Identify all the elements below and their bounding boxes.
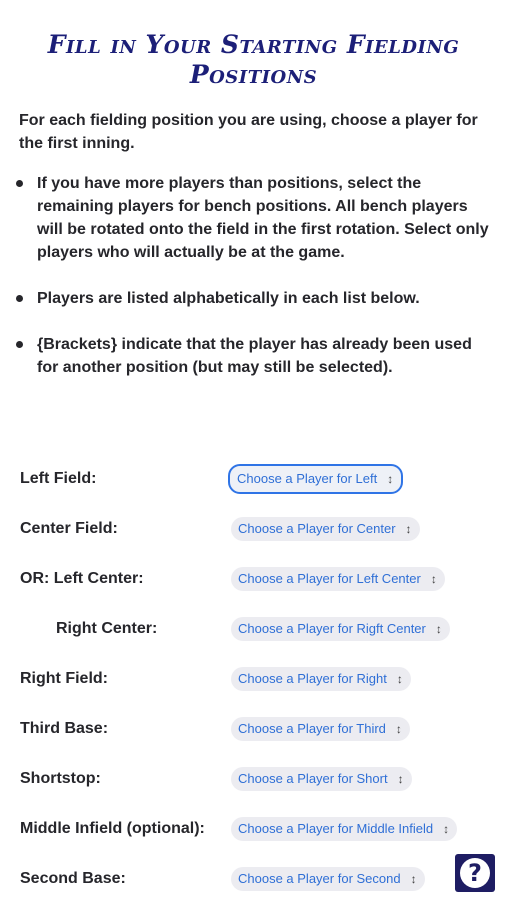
second-base-select[interactable]: Choose a Player for Second ↕ <box>231 867 425 891</box>
position-row-shortstop: Shortstop: Choose a Player for Short ↕ <box>0 765 507 795</box>
chevron-updown-icon: ↕ <box>430 572 437 586</box>
shortstop-select[interactable]: Choose a Player for Short ↕ <box>231 767 412 791</box>
question-mark-icon: ? <box>460 858 490 888</box>
position-label: Right Field: <box>20 670 108 687</box>
bullet-text: Players are listed alphabetically in eac… <box>37 290 420 307</box>
position-label: Second Base: <box>20 870 126 887</box>
chevron-updown-icon: ↕ <box>435 622 442 636</box>
position-label: Third Base: <box>20 720 109 737</box>
chevron-updown-icon: ↕ <box>395 722 402 736</box>
left-center-select[interactable]: Choose a Player for Left Center ↕ <box>231 567 445 591</box>
instruction-list: If you have more players than positions,… <box>0 172 490 402</box>
intro-text: For each fielding position you are using… <box>19 112 478 152</box>
chevron-updown-icon: ↕ <box>387 472 394 486</box>
right-center-select[interactable]: Choose a Player for Rigft Center ↕ <box>231 617 450 641</box>
page-title-line1: Fill in Your Starting Fielding <box>47 30 460 59</box>
page-title-line2: Positions <box>189 60 318 89</box>
position-row-second-base: Second Base: Choose a Player for Second ↕ <box>0 865 507 895</box>
position-row-left-field: Left Field: Choose a Player for Left ↕ <box>0 464 507 495</box>
chevron-updown-icon: ↕ <box>397 772 404 786</box>
chevron-updown-icon: ↕ <box>410 872 417 886</box>
position-label: Right Center: <box>56 620 158 637</box>
bullet-icon <box>16 295 23 302</box>
position-label: Middle Infield (optional): <box>20 820 205 837</box>
chevron-updown-icon: ↕ <box>443 822 450 836</box>
center-field-select[interactable]: Choose a Player for Center ↕ <box>231 517 420 541</box>
right-field-select[interactable]: Choose a Player for Right ↕ <box>231 667 411 691</box>
position-label: Shortstop: <box>20 770 101 787</box>
position-row-middle-infield: Middle Infield (optional): Choose a Play… <box>0 815 507 845</box>
list-item: If you have more players than positions,… <box>0 172 490 264</box>
bullet-text: If you have more players than positions,… <box>37 175 489 261</box>
position-row-left-center: OR: Left Center: Choose a Player for Lef… <box>0 565 507 595</box>
chevron-updown-icon: ↕ <box>405 522 412 536</box>
help-button[interactable]: ? <box>455 854 495 892</box>
position-label: Left Field: <box>20 470 97 487</box>
position-label: Center Field: <box>20 520 118 537</box>
position-label: OR: Left Center: <box>20 570 144 587</box>
list-item: Players are listed alphabetically in eac… <box>0 287 490 310</box>
position-row-center-field: Center Field: Choose a Player for Center… <box>0 515 507 545</box>
position-row-third-base: Third Base: Choose a Player for Third ↕ <box>0 715 507 745</box>
third-base-select[interactable]: Choose a Player for Third ↕ <box>231 717 410 741</box>
chevron-updown-icon: ↕ <box>396 672 403 686</box>
bullet-icon <box>16 180 23 187</box>
middle-infield-select[interactable]: Choose a Player for Middle Infield ↕ <box>231 817 458 841</box>
position-row-right-field: Right Field: Choose a Player for Right ↕ <box>0 665 507 695</box>
position-row-right-center: Right Center: Choose a Player for Rigft … <box>0 615 507 645</box>
bullet-text: {Brackets} indicate that the player has … <box>37 336 472 376</box>
page-title: Fill in Your Starting Fielding Positions <box>0 30 507 90</box>
left-field-select[interactable]: Choose a Player for Left ↕ <box>228 464 404 494</box>
bullet-icon <box>16 341 23 348</box>
list-item: {Brackets} indicate that the player has … <box>0 333 490 379</box>
